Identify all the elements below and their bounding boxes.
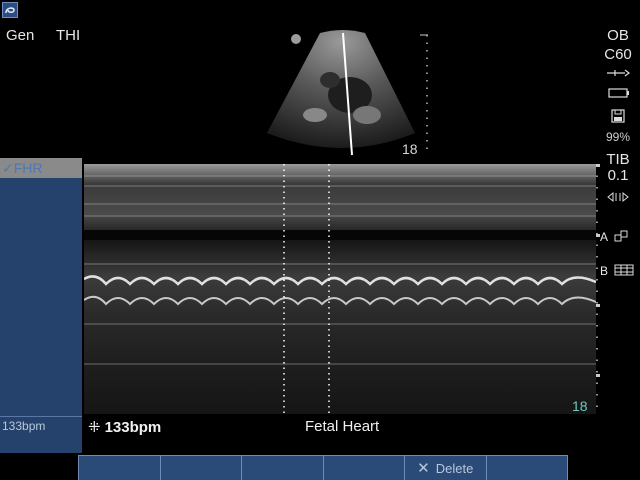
preset-label: Gen (6, 27, 35, 44)
close-icon: ✕ (417, 460, 430, 477)
mmode-depth-label: 18 (572, 398, 588, 414)
marker-b[interactable]: B (600, 262, 640, 280)
fhr-header[interactable]: ✓FHR (0, 158, 82, 178)
heart-rate-result: ⁜ 133bpm (88, 419, 162, 436)
softkey-3[interactable] (241, 455, 323, 480)
film-strip-icon (614, 264, 634, 279)
bmode-depth-label: 18 (402, 141, 418, 157)
split-layout-icon (614, 230, 628, 245)
battery-icon (598, 85, 638, 103)
image-annotation: Fetal Heart (305, 418, 380, 435)
orientation-marker (291, 34, 301, 44)
right-status-panel: OB C60 99% TIB 0.1 (598, 28, 638, 208)
thermal-index-label: TIB (606, 151, 630, 168)
mmode-depth-scale (594, 164, 600, 414)
app-logo (2, 2, 18, 18)
layout-markers: A B (600, 228, 640, 296)
imaging-mode-label: THI (56, 27, 81, 44)
measurement-panel: ✓FHR 133bpm (0, 158, 82, 453)
thermal-index-value: 0.1 (607, 167, 629, 184)
fhr-check-icon: ✓ (2, 160, 14, 176)
softkey-1[interactable] (78, 455, 160, 480)
softkey-4[interactable] (322, 455, 404, 480)
marker-a[interactable]: A (600, 228, 640, 246)
battery-percent-label: 99% (605, 130, 631, 144)
transducer-icon (598, 65, 638, 83)
softkey-2[interactable] (159, 455, 241, 480)
softkey-6[interactable] (485, 455, 568, 480)
sweep-speed-icon[interactable] (598, 190, 638, 208)
caliper-cross-icon: ⁜ (88, 419, 101, 436)
delete-button[interactable]: ✕ Delete (404, 455, 486, 480)
softkey-bar: ✕ Delete (78, 455, 568, 480)
bmode-image[interactable] (255, 25, 440, 160)
save-icon[interactable] (598, 109, 638, 128)
fhr-value-row: 133bpm (0, 416, 82, 436)
mmode-trace[interactable] (83, 164, 597, 414)
exam-type-label: OB (607, 27, 629, 44)
transducer-label: C60 (604, 46, 632, 63)
